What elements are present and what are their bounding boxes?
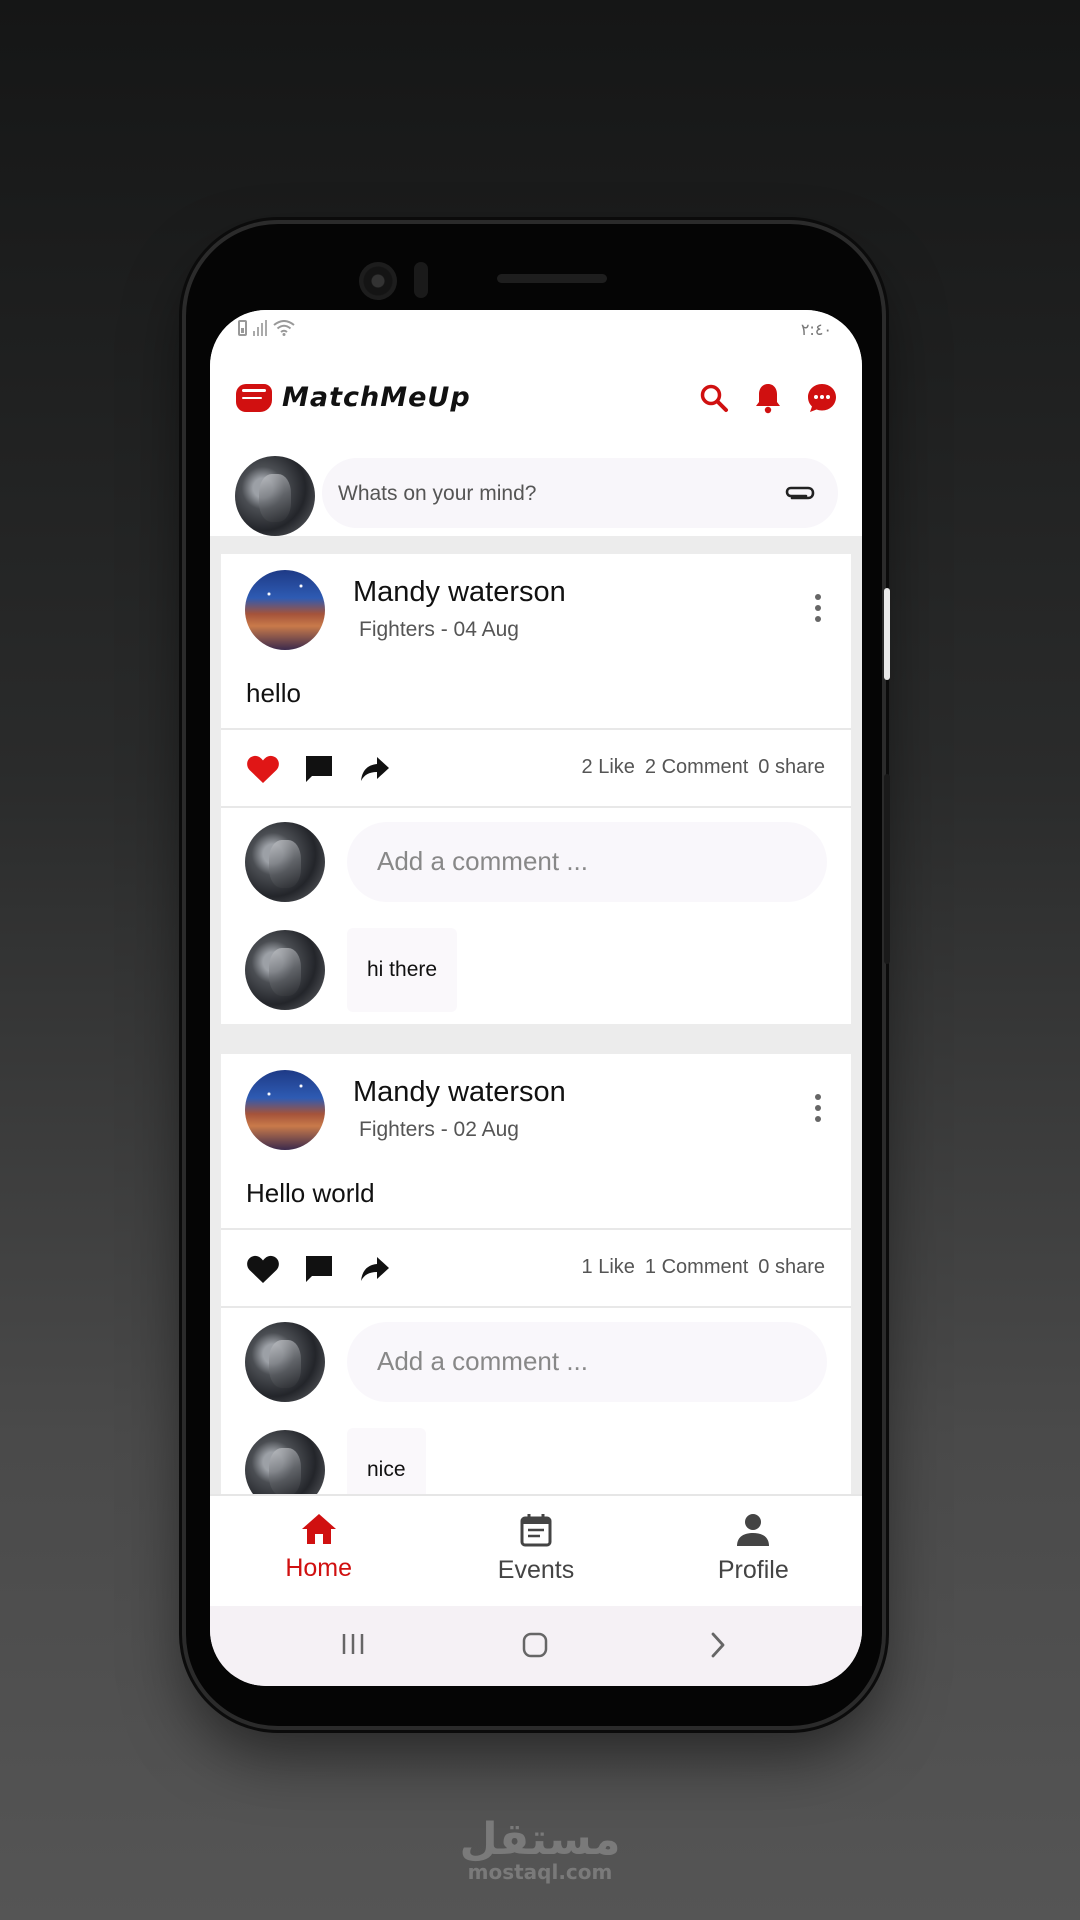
person-icon [737,1514,770,1546]
battery-icon [238,320,247,336]
whats-on-your-mind-input[interactable]: Whats on your mind? [322,458,838,528]
bell-icon[interactable] [752,382,784,414]
share-count[interactable]: 0 share [758,1256,825,1279]
status-bar: ٢:٤٠ [210,310,862,352]
like-count[interactable]: 1 Like [582,1256,635,1279]
app-bar: MatchMeUp [210,352,862,446]
post-actions: 2 Like 2 Comment 0 share [221,730,851,808]
commenter-avatar [245,1322,325,1402]
system-navigation-bar [210,1606,862,1686]
chat-icon[interactable] [806,382,838,414]
post-category: Fighters [359,618,435,641]
comment-placeholder: Add a comment ... [377,1346,588,1376]
comment-count[interactable]: 1 Comment [645,1256,748,1279]
nav-home[interactable]: Home [210,1496,427,1606]
attachment-icon[interactable] [784,480,816,511]
home-icon [301,1514,336,1544]
app-logo[interactable]: MatchMeUp [236,382,471,413]
watermark-domain: mostaql.com [467,1860,613,1884]
home-button-icon[interactable] [520,1630,550,1665]
author-avatar[interactable] [245,1070,325,1150]
nav-profile[interactable]: Profile [645,1496,862,1606]
comment-placeholder: Add a comment ... [377,846,588,876]
post-text: hello [246,678,301,708]
post-actions: 1 Like 1 Comment 0 share [221,1230,851,1308]
commenter-avatar[interactable] [245,930,325,1010]
share-count[interactable]: 0 share [758,756,825,779]
post-meta: Fighters - 04 Aug [359,618,519,642]
calendar-icon [520,1514,552,1547]
heart-icon[interactable] [245,752,281,786]
add-comment-input[interactable]: Add a comment ... [347,1322,827,1402]
more-options-icon[interactable] [815,1094,821,1122]
add-comment-input[interactable]: Add a comment ... [347,822,827,902]
post-card: Mandy waterson Fighters - 02 Aug Hello w… [221,1054,851,1524]
author-avatar[interactable] [245,570,325,650]
wifi-icon [273,320,295,336]
comment-icon[interactable] [301,752,337,786]
composer-placeholder: Whats on your mind? [338,482,537,505]
watermark-arabic: مستقل [459,1814,621,1865]
commenter-avatar [245,822,325,902]
author-name[interactable]: Mandy waterson [353,576,566,609]
post-date: 02 Aug [453,1118,519,1141]
logo-text: MatchMeUp [282,382,471,413]
nav-events-label: Events [497,1556,575,1584]
share-icon[interactable] [357,1252,393,1286]
meta-separator: - [440,1118,448,1141]
nav-home-label: Home [285,1554,352,1582]
back-icon[interactable] [706,1630,730,1665]
user-avatar[interactable] [235,456,315,536]
phone-screen: ٢:٤٠ MatchMeUp Whats on your mind? Mandy… [210,310,862,1686]
post-card: Mandy waterson Fighters - 04 Aug hello 2… [221,554,851,1024]
post-category: Fighters [359,1118,435,1141]
author-name[interactable]: Mandy waterson [353,1076,566,1109]
nav-profile-label: Profile [717,1556,789,1584]
comment-bubble[interactable]: hi there [347,928,458,1012]
nav-events[interactable]: Events [427,1496,644,1606]
meta-separator: - [440,618,448,641]
more-options-icon[interactable] [815,594,821,622]
status-time: ٢:٤٠ [800,320,832,339]
bottom-navigation: Home Events Profile [210,1494,862,1606]
comment-icon[interactable] [301,1252,337,1286]
volume-button [884,774,890,964]
fist-logo-icon [236,383,272,412]
proximity-sensor [414,262,428,298]
power-button [884,588,890,680]
heart-icon[interactable] [245,1252,281,1286]
signal-icon [253,320,267,336]
like-count[interactable]: 2 Like [582,756,635,779]
post-composer: Whats on your mind? [210,446,862,536]
earpiece-speaker [497,274,607,283]
search-icon[interactable] [698,382,730,414]
front-camera [359,262,397,300]
post-text: Hello world [246,1178,375,1208]
post-date: 04 Aug [453,618,519,641]
share-icon[interactable] [357,752,393,786]
comment-count[interactable]: 2 Comment [645,756,748,779]
post-meta: Fighters - 02 Aug [359,1118,519,1142]
recents-icon[interactable] [340,1630,366,1663]
